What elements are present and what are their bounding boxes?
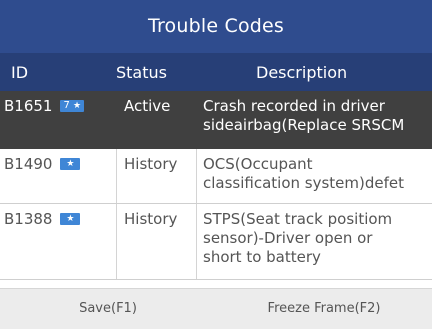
description-line: sideairbag(Replace SRSCM <box>203 116 405 134</box>
table-row[interactable]: B1388 ★ History STPS(Seat track positiom … <box>0 204 432 280</box>
trouble-code-cell: B1490 ★ <box>0 149 116 203</box>
status-cell: History <box>116 204 196 279</box>
trouble-codes-screen: Trouble Codes ID Status Description B165… <box>0 0 432 329</box>
status-cell: History <box>116 149 196 203</box>
trouble-code: B1490 <box>4 155 53 173</box>
table-row[interactable]: B1490 ★ History OCS(Occupant classificati… <box>0 149 432 204</box>
trouble-code-cell: B1651 7 ★ <box>0 91 116 148</box>
footer-toolbar: Save(F1) Freeze Frame(F2) <box>0 288 432 329</box>
star-icon: ★ <box>66 213 75 224</box>
save-button[interactable]: Save(F1) <box>0 289 216 329</box>
trouble-code: B1388 <box>4 210 53 228</box>
column-header-description: Description <box>256 62 348 82</box>
description-cell: STPS(Seat track positiom sensor)-Driver … <box>196 204 432 279</box>
description-line: short to battery <box>203 248 321 266</box>
trouble-code-cell: B1388 ★ <box>0 204 116 279</box>
description-line: classification system)defet <box>203 174 405 192</box>
star-icon: ★ <box>73 100 82 111</box>
star-icon: ★ <box>66 158 75 169</box>
description-cell: OCS(Occupant classification system)defet <box>196 149 432 203</box>
page-title: Trouble Codes <box>0 0 432 53</box>
description-line: Crash recorded in driver <box>203 97 385 115</box>
column-header-status: Status <box>116 62 167 82</box>
description-line: OCS(Occupant <box>203 155 313 173</box>
table-row-active[interactable]: B1651 7 ★ Active Crash recorded in driver… <box>0 91 432 149</box>
star-badge-icon: 7 ★ <box>60 99 85 112</box>
description-line: sensor)-Driver open or <box>203 229 373 247</box>
description-line: STPS(Seat track positiom <box>203 210 393 228</box>
description-cell: Crash recorded in driver sideairbag(Repl… <box>196 91 432 148</box>
column-header-id: ID <box>11 62 29 82</box>
star-badge-icon: ★ <box>60 212 81 225</box>
status-cell: Active <box>116 91 196 148</box>
star-badge-icon: ★ <box>60 157 81 170</box>
freeze-frame-button[interactable]: Freeze Frame(F2) <box>216 289 432 329</box>
badge-count: 7 <box>63 99 70 111</box>
trouble-code: B1651 <box>4 97 53 115</box>
table-header: ID Status Description <box>0 53 432 91</box>
